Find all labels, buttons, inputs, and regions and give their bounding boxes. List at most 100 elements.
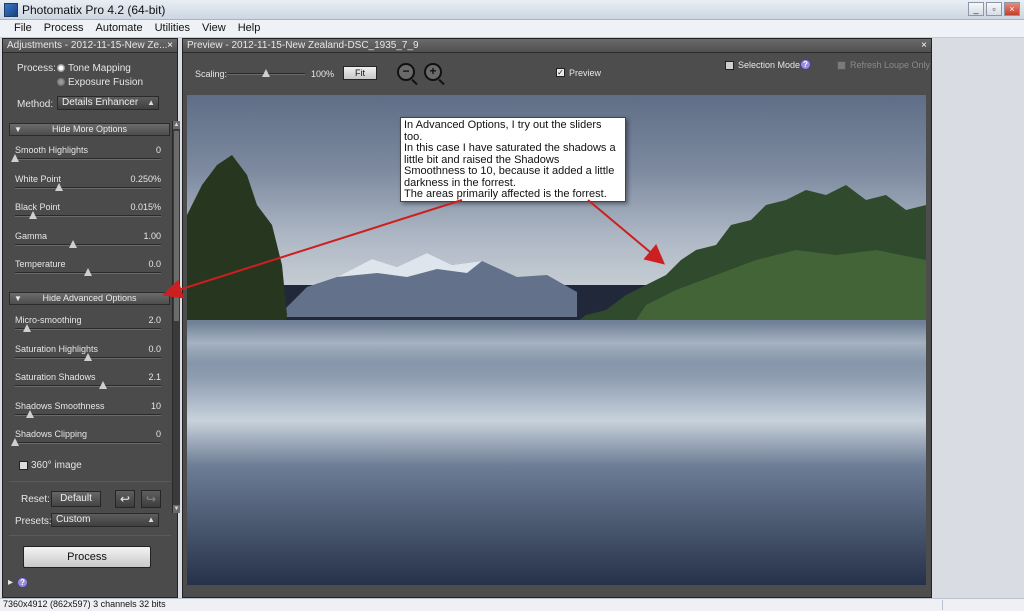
fit-button[interactable]: Fit bbox=[343, 66, 377, 80]
smooth-highlights-slider[interactable]: Smooth Highlights 0 bbox=[11, 145, 161, 165]
divider bbox=[9, 535, 171, 536]
saturation-shadows-slider[interactable]: Saturation Shadows 2.1 bbox=[15, 372, 161, 392]
undo-icon[interactable]: ↩ bbox=[115, 490, 135, 508]
annotation-callout: In Advanced Options, I try out the slide… bbox=[400, 117, 626, 202]
menu-bar: File Process Automate Utilities View Hel… bbox=[0, 20, 1024, 38]
hide-more-options-button[interactable]: ▼ Hide More Options bbox=[9, 123, 170, 136]
scroll-down-arrow[interactable]: ▼ bbox=[173, 505, 180, 513]
preview-panel: Preview - 2012-11-15-New Zealand-DSC_193… bbox=[182, 38, 932, 598]
menu-process[interactable]: Process bbox=[38, 20, 90, 37]
status-grip bbox=[942, 600, 1022, 610]
smooth-highlights-label: Smooth Highlights bbox=[15, 145, 89, 155]
presets-dropdown[interactable]: Custom ▲ bbox=[51, 513, 159, 527]
mist bbox=[187, 323, 926, 363]
saturation-shadows-value: 2.1 bbox=[148, 372, 161, 382]
micro-smoothing-slider[interactable]: Micro-smoothing 2.0 bbox=[15, 315, 161, 335]
slider-thumb[interactable] bbox=[11, 438, 19, 446]
exposure-fusion-radio[interactable] bbox=[57, 78, 65, 86]
image360-checkbox[interactable] bbox=[19, 461, 28, 470]
preview-header: Preview - 2012-11-15-New Zealand-DSC_193… bbox=[183, 39, 931, 53]
zoom-in-icon[interactable]: + bbox=[424, 63, 442, 81]
saturation-shadows-label: Saturation Shadows bbox=[15, 372, 96, 382]
method-dropdown[interactable]: Details Enhancer ▲ bbox=[57, 96, 159, 110]
adjustments-scrollbar[interactable]: ▲ ▼ bbox=[172, 121, 180, 513]
preview-toolbar: Scaling: 100% Fit − + ✓ Preview Selectio… bbox=[183, 53, 931, 93]
selection-mode-checkbox[interactable] bbox=[725, 61, 734, 70]
menu-file[interactable]: File bbox=[8, 20, 38, 37]
close-button[interactable]: × bbox=[1004, 2, 1020, 16]
scaling-slider[interactable] bbox=[227, 69, 305, 77]
title-bar: Photomatix Pro 4.2 (64-bit) _ ▫ × bbox=[0, 0, 1024, 20]
triangle-down-icon: ▼ bbox=[14, 125, 22, 134]
black-point-slider[interactable]: Black Point 0.015% bbox=[15, 202, 161, 222]
status-bar: 7360x4912 (862x597) 3 channels 32 bits bbox=[0, 598, 1024, 611]
process-label: Process: bbox=[17, 63, 56, 74]
default-button[interactable]: Default bbox=[51, 491, 101, 507]
expand-arrow-icon[interactable]: ▸ bbox=[8, 577, 13, 588]
temperature-value: 0.0 bbox=[148, 259, 161, 269]
adjustments-panel: Adjustments - 2012-11-15-New Ze... × Pro… bbox=[2, 38, 180, 598]
menu-help[interactable]: Help bbox=[232, 20, 267, 37]
scrollbar-thumb[interactable] bbox=[174, 131, 179, 321]
maximize-button[interactable]: ▫ bbox=[986, 2, 1002, 16]
shadows-clipping-slider[interactable]: Shadows Clipping 0 bbox=[11, 429, 161, 449]
mountains bbox=[277, 253, 577, 317]
scaling-slider-thumb[interactable] bbox=[262, 69, 270, 77]
saturation-highlights-slider[interactable]: Saturation Highlights 0.0 bbox=[15, 344, 161, 364]
menu-view[interactable]: View bbox=[196, 20, 232, 37]
slider-thumb[interactable] bbox=[98, 381, 107, 389]
presets-value: Custom bbox=[56, 514, 91, 525]
temperature-slider[interactable]: Temperature 0.0 bbox=[15, 259, 161, 279]
help-icon[interactable]: ? bbox=[800, 59, 811, 70]
zoom-out-icon[interactable]: − bbox=[397, 63, 415, 81]
tone-mapping-label[interactable]: Tone Mapping bbox=[68, 63, 131, 74]
slider-thumb[interactable] bbox=[28, 211, 37, 219]
slider-track[interactable] bbox=[15, 442, 161, 444]
refresh-loupe-checkbox[interactable] bbox=[837, 61, 846, 70]
adjustments-title: Adjustments - 2012-11-15-New Ze... bbox=[7, 40, 168, 51]
shadows-smoothness-slider[interactable]: Shadows Smoothness 10 bbox=[15, 401, 161, 421]
slider-thumb[interactable] bbox=[69, 239, 78, 248]
help-icon[interactable]: ? bbox=[17, 577, 28, 588]
preview-checkbox[interactable]: ✓ bbox=[556, 68, 565, 77]
tone-mapping-radio[interactable] bbox=[57, 64, 65, 72]
menu-utilities[interactable]: Utilities bbox=[149, 20, 196, 37]
minimize-button[interactable]: _ bbox=[968, 2, 984, 16]
slider-thumb[interactable] bbox=[84, 352, 92, 361]
window-title: Photomatix Pro 4.2 (64-bit) bbox=[22, 3, 166, 17]
black-point-label: Black Point bbox=[15, 202, 61, 212]
window-controls: _ ▫ × bbox=[968, 2, 1020, 16]
slider-thumb[interactable] bbox=[25, 409, 34, 418]
process-button[interactable]: Process bbox=[23, 546, 151, 568]
menu-automate[interactable]: Automate bbox=[89, 20, 148, 37]
preview-title: Preview - 2012-11-15-New Zealand-DSC_193… bbox=[187, 40, 419, 51]
scroll-up-arrow[interactable]: ▲ bbox=[173, 121, 180, 129]
slider-thumb[interactable] bbox=[22, 324, 31, 332]
exposure-fusion-label[interactable]: Exposure Fusion bbox=[68, 77, 143, 88]
refresh-loupe-label: Refresh Loupe Only bbox=[850, 60, 931, 70]
slider-track[interactable] bbox=[15, 385, 161, 387]
slider-thumb[interactable] bbox=[54, 182, 63, 191]
slider-thumb[interactable] bbox=[84, 268, 92, 276]
adjustments-close-button[interactable]: × bbox=[167, 39, 173, 53]
adjustments-header: Adjustments - 2012-11-15-New Ze... × bbox=[3, 39, 177, 53]
slider-track[interactable] bbox=[15, 328, 161, 330]
slider-track[interactable] bbox=[15, 158, 161, 160]
black-point-value: 0.015% bbox=[130, 202, 161, 212]
micro-smoothing-value: 2.0 bbox=[148, 315, 161, 325]
slider-track[interactable] bbox=[15, 215, 161, 217]
redo-icon[interactable]: ↪ bbox=[141, 490, 161, 508]
selection-mode-label: Selection Mode bbox=[738, 60, 801, 70]
preview-image[interactable]: In Advanced Options, I try out the slide… bbox=[187, 95, 926, 585]
reset-label: Reset: bbox=[21, 494, 50, 505]
preview-close-button[interactable]: × bbox=[921, 39, 927, 53]
hide-advanced-options-button[interactable]: ▼ Hide Advanced Options bbox=[9, 292, 170, 305]
slider-thumb[interactable] bbox=[11, 154, 19, 162]
chevron-updown-icon: ▲ bbox=[147, 98, 155, 107]
gamma-slider[interactable]: Gamma 1.00 bbox=[15, 231, 161, 251]
slider-track[interactable] bbox=[15, 413, 161, 416]
presets-label: Presets: bbox=[15, 516, 52, 527]
slider-track[interactable] bbox=[15, 243, 161, 246]
slider-track[interactable] bbox=[15, 186, 161, 189]
white-point-slider[interactable]: White Point 0.250% bbox=[15, 174, 161, 194]
